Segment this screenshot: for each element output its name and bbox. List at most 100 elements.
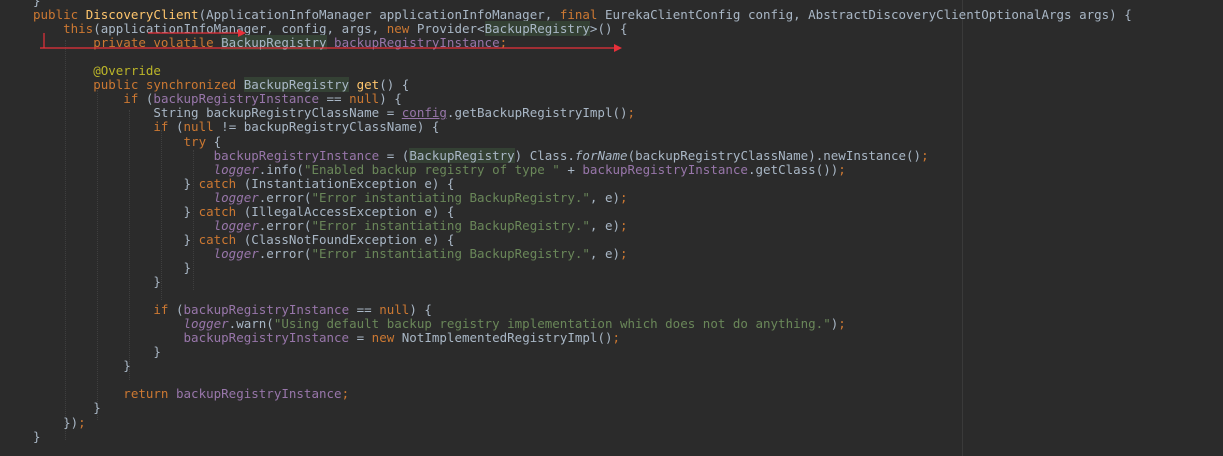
code-token: } <box>33 231 199 247</box>
code-token: public synchronized <box>33 77 244 93</box>
code-line[interactable]: if (null != backupRegistryClassName) { <box>33 120 439 134</box>
code-token: private volatile <box>33 35 222 51</box>
code-line[interactable]: } <box>33 429 41 444</box>
code-line[interactable]: } <box>33 401 101 415</box>
code-token: } <box>33 358 131 374</box>
code-token: .error( <box>258 189 312 205</box>
code-token: .getBackupRegistryImpl() <box>446 105 628 121</box>
code-token: new <box>371 330 402 346</box>
code-line[interactable]: backupRegistryInstance = (BackupRegistry… <box>33 147 929 163</box>
code-token: try <box>33 133 214 149</box>
code-line[interactable]: } <box>33 259 192 275</box>
code-line[interactable]: logger.warn("Using default backup regist… <box>33 317 846 331</box>
code-token: = ( <box>379 147 410 163</box>
code-token: return <box>33 386 176 402</box>
code-token: backupRegistryInstance <box>334 35 500 51</box>
code-token: (applicationInfoManager, config, args, <box>93 21 387 37</box>
code-token: ; <box>627 105 636 121</box>
code-token: ; <box>341 386 350 402</box>
code-line[interactable]: this(applicationInfoManager, config, arg… <box>33 21 628 37</box>
code-token: logger <box>213 161 259 177</box>
code-line[interactable]: } catch (InstantiationException e) { <box>33 176 455 191</box>
code-token: ; <box>620 217 628 233</box>
code-token: backupRegistryInstance <box>183 302 350 318</box>
code-token: catch <box>198 203 244 219</box>
code-line[interactable]: } catch (IllegalAccessException e) { <box>33 203 455 219</box>
code-line[interactable]: try { <box>33 133 222 149</box>
code-token: BackupRegistry <box>243 77 350 93</box>
code-token: , e) <box>589 189 621 205</box>
code-line[interactable]: }); <box>33 414 86 430</box>
code-token: logger <box>213 245 259 261</box>
code-line[interactable]: } catch (ClassNotFoundException e) { <box>33 231 455 247</box>
code-token: final <box>559 7 605 23</box>
code-token: backupRegistryInstance <box>183 330 350 346</box>
code-line[interactable]: String backupRegistryClassName = config.… <box>33 106 635 120</box>
code-token: EurekaClientConfig config, AbstractDisco… <box>604 7 1132 23</box>
code-token: } <box>33 274 161 289</box>
code-token: ; <box>612 330 621 346</box>
code-token: ( <box>176 302 184 318</box>
code-token: BackupRegistry <box>409 147 515 163</box>
code-token: } <box>33 259 192 275</box>
code-token: backupRegistryInstance <box>582 161 748 177</box>
code-line[interactable]: logger.error("Error instantiating Backup… <box>33 217 628 233</box>
code-token: ; <box>78 414 86 430</box>
code-line[interactable]: @Override <box>33 64 161 78</box>
code-token: = <box>349 330 372 346</box>
code-token: String backupRegistryClassName = <box>33 105 402 121</box>
code-token: logger <box>213 217 259 233</box>
code-token: "Error instantiating BackupRegistry." <box>311 189 590 205</box>
code-token: }) <box>33 414 79 430</box>
code-token: config <box>401 105 447 121</box>
code-token: ( <box>176 119 184 135</box>
code-token: (backupRegistryClassName).newInstance() <box>627 147 922 163</box>
code-line[interactable]: } <box>33 345 161 359</box>
code-token: "Enabled backup registry of type " <box>303 161 560 177</box>
code-token: } <box>33 344 161 360</box>
code-line[interactable]: public DiscoveryClient(ApplicationInfoMa… <box>33 8 1132 22</box>
code-token: != backupRegistryClassName) { <box>221 119 440 135</box>
code-line[interactable]: if (backupRegistryInstance == null) { <box>33 92 402 106</box>
code-token: @Override <box>33 63 161 79</box>
code-line[interactable]: if (backupRegistryInstance == null) { <box>33 303 432 317</box>
code-token: ; <box>838 316 846 332</box>
code-line[interactable]: logger.error("Error instantiating Backup… <box>33 189 628 205</box>
code-token: NotImplementedRegistryImpl() <box>401 330 613 346</box>
code-token: .error( <box>258 217 312 233</box>
code-token: } <box>33 203 199 219</box>
code-line[interactable]: logger.info("Enabled backup registry of … <box>33 161 846 177</box>
code-token: ) Class. <box>514 147 575 163</box>
code-line[interactable]: } <box>33 359 131 373</box>
code-token: (ApplicationInfoManager applicationInfoM… <box>198 7 560 23</box>
code-token: .getClass()) <box>747 161 839 177</box>
code-line[interactable]: private volatile BackupRegistry backupRe… <box>33 35 507 51</box>
code-editor[interactable]: } public DiscoveryClient(ApplicationInfoM… <box>0 0 1223 456</box>
code-line[interactable]: return backupRegistryInstance; <box>33 387 349 401</box>
code-line[interactable]: backupRegistryInstance = new NotImplemen… <box>33 330 621 346</box>
code-line[interactable]: } <box>33 275 161 289</box>
code-line[interactable]: public synchronized BackupRegistry get()… <box>33 77 410 93</box>
code-line[interactable]: logger.error("Error instantiating Backup… <box>33 245 628 261</box>
code-token: "Error instantiating BackupRegistry." <box>311 217 590 233</box>
code-token: forName <box>574 147 628 163</box>
code-token: ; <box>620 189 628 205</box>
code-token: catch <box>198 231 244 247</box>
code-token: () { <box>379 77 410 93</box>
fold-gutter[interactable] <box>0 0 30 456</box>
code-token: , e) <box>589 217 621 233</box>
code-token: backupRegistryInstance <box>153 91 319 107</box>
code-token: null <box>349 91 380 107</box>
code-token: { <box>213 133 222 149</box>
code-token: ; <box>921 147 929 163</box>
code-token: if <box>33 119 176 135</box>
code-token: logger <box>183 316 229 332</box>
code-token: == <box>319 91 350 107</box>
code-token: backupRegistryInstance <box>213 147 380 163</box>
